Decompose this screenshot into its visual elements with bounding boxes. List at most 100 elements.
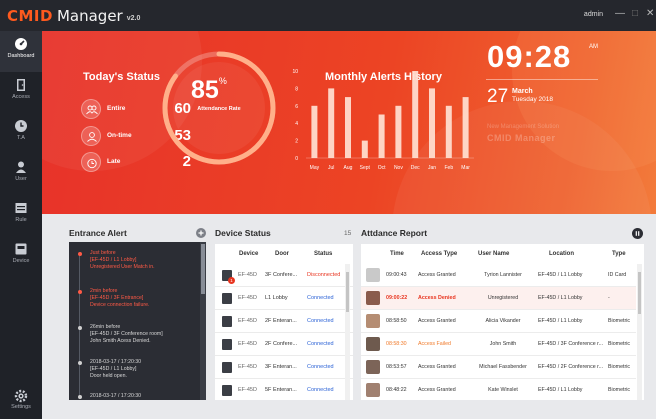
alert-line: [EF-45D / 3F Conference room] [90, 331, 163, 338]
alert-item[interactable]: 2018-03-17 / 17:20:30 [EF-45D / L1 Lobby]… [78, 359, 141, 381]
alert-item[interactable]: Just before [EF-45D / L1 Lobby] Unregister… [78, 250, 155, 272]
table-row[interactable]: EF-45D 5F Enteran... Connected [215, 379, 353, 400]
door-name: 3F Confere... [265, 272, 298, 278]
today-status-title: Today's Status [83, 71, 160, 83]
alert-line: [EF-45D / 3F Entrance] [90, 295, 144, 302]
nav-dashboard[interactable]: Dashboard [0, 31, 42, 72]
bar [378, 114, 385, 158]
alert-line: 26min before [90, 324, 121, 330]
app-logo: CMID [7, 6, 53, 25]
device-model: EF-45D [238, 364, 257, 370]
user-name-cell: Michael Fassbender [479, 364, 527, 370]
location-cell: EF-45D / 2F Conference r... [538, 364, 604, 370]
date-month: March [512, 88, 533, 95]
device-model: EF-45D [238, 272, 257, 278]
alert-item[interactable]: 26min before [EF-45D / 3F Conference room… [78, 324, 163, 346]
table-row[interactable]: 08:58:50 Access Granted Alicia Vikander EF-… [361, 310, 636, 333]
table-row[interactable]: 09:00:43 Access Granted Tyrion Lannister EF… [361, 264, 636, 287]
nav-settings[interactable]: Settings [0, 386, 42, 419]
user-menu[interactable]: admin [584, 11, 603, 18]
table-row[interactable]: EF-45D L1 Lobby Connected [215, 287, 353, 310]
attendance-report-table: Time Access Type User Name Location Type… [361, 244, 644, 400]
user-icon [16, 161, 26, 173]
nav-access[interactable]: Access [0, 72, 42, 113]
alert-line: 2min before [90, 288, 118, 294]
device-icon [222, 316, 232, 327]
alert-item[interactable]: 2min before [EF-45D / 3F Entrance] Device … [78, 288, 149, 310]
table-row[interactable]: EF-45D 2F Enteran... Connected [215, 310, 353, 333]
pause-icon[interactable] [632, 228, 643, 239]
col-header-status: Status [314, 251, 333, 257]
nav-device[interactable]: Device [0, 236, 42, 277]
type-cell: Biometric [608, 387, 631, 393]
user-avatar [366, 291, 380, 305]
x-tick-label: Jul [328, 165, 334, 171]
table-row[interactable]: 09:00:22 Access Denied Unregistered EF-45D … [361, 287, 636, 310]
alert-scrollbar[interactable] [200, 242, 206, 400]
table-row[interactable]: 08:53:57 Access Granted Michael Fassbender… [361, 356, 636, 379]
y-tick-label: 2 [295, 139, 298, 145]
col-header-device: Device [239, 251, 259, 257]
bar [328, 88, 335, 158]
device-icon [15, 243, 27, 255]
date-day: 27 [487, 86, 509, 107]
device-status: Connected [307, 387, 334, 393]
nav-ta[interactable]: T.A [0, 113, 42, 154]
location-cell: EF-45D / 3F Conference r... [538, 341, 604, 347]
alert-line: [EF-45D / L1 Lobby] [90, 366, 137, 373]
stat-label: On-time [107, 132, 132, 139]
scrollbar-thumb[interactable] [346, 272, 349, 312]
table-row[interactable]: EF-45D 2F Confere... Connected [215, 333, 353, 356]
person-icon [81, 126, 101, 146]
add-alert-icon[interactable] [196, 228, 206, 238]
alert-dot [78, 361, 82, 365]
x-tick-label: Nov [394, 165, 403, 171]
nav-user[interactable]: User [0, 154, 42, 195]
brand-tagline: New Management Solution [487, 124, 560, 130]
type-cell: Biometric [608, 364, 631, 370]
scrollbar-thumb[interactable] [638, 272, 641, 314]
device-status-title: Device Status [215, 228, 271, 238]
user-name-cell: Alicia Vikander [485, 318, 521, 324]
device-model: EF-45D [238, 387, 257, 393]
location-cell: EF-45D / L1 Lobby [538, 318, 583, 324]
bar [445, 105, 452, 158]
entrance-alert-title: Entrance Alert [69, 228, 127, 238]
access-type-cell: Access Granted [418, 318, 456, 324]
user-avatar [366, 337, 380, 351]
stat-label: Late [107, 158, 121, 165]
nav-rule[interactable]: Rule [0, 195, 42, 236]
brand-name: CMID Manager [487, 133, 556, 143]
bar [412, 71, 419, 158]
gear-icon [14, 389, 28, 403]
clock-ampm: AM [589, 44, 598, 50]
user-name-cell: Unregistered [487, 295, 519, 301]
clock-divider [486, 79, 598, 80]
alert-line: John Smith Acess Denied. [90, 338, 151, 345]
alert-line: Just before [90, 250, 116, 256]
table-row[interactable]: 1 EF-45D 3F Confere... Disconnected [215, 264, 353, 287]
alert-line: Device connection failure. [90, 302, 150, 309]
table-row[interactable]: 08:48:22 Access Granted Kate Winslet EF-45D… [361, 379, 636, 400]
maximize-button[interactable]: □ [632, 8, 638, 20]
location-cell: EF-45D / L1 Lobby [538, 295, 583, 301]
col-header-access-type: Access Type [421, 251, 458, 257]
scrollbar-thumb[interactable] [201, 244, 205, 294]
close-button[interactable]: ✕ [646, 8, 654, 20]
device-status: Connected [307, 295, 334, 301]
device-scrollbar[interactable] [345, 264, 350, 400]
stat-label: Entire [107, 105, 126, 112]
rate-number: 85 [191, 76, 219, 104]
minimize-button[interactable]: — [615, 8, 625, 20]
nav-label: Device [12, 258, 30, 264]
alert-item[interactable]: 2018-03-17 / 17:20:30 [78, 393, 141, 400]
report-scrollbar[interactable] [637, 264, 642, 400]
user-avatar [366, 383, 380, 397]
col-header-location: Location [549, 251, 574, 257]
access-type-cell: Access Granted [418, 364, 456, 370]
time-cell: 09:00:22 [386, 295, 408, 301]
app-window: CMID Manager v2.0 admin — □ ✕ Dashboard … [0, 0, 656, 419]
table-row[interactable]: 08:58:30 Access Failed John Smith EF-45D / … [361, 333, 636, 356]
device-status: Connected [307, 364, 334, 370]
table-row[interactable]: EF-45D 3F Enteran... Connected [215, 356, 353, 379]
